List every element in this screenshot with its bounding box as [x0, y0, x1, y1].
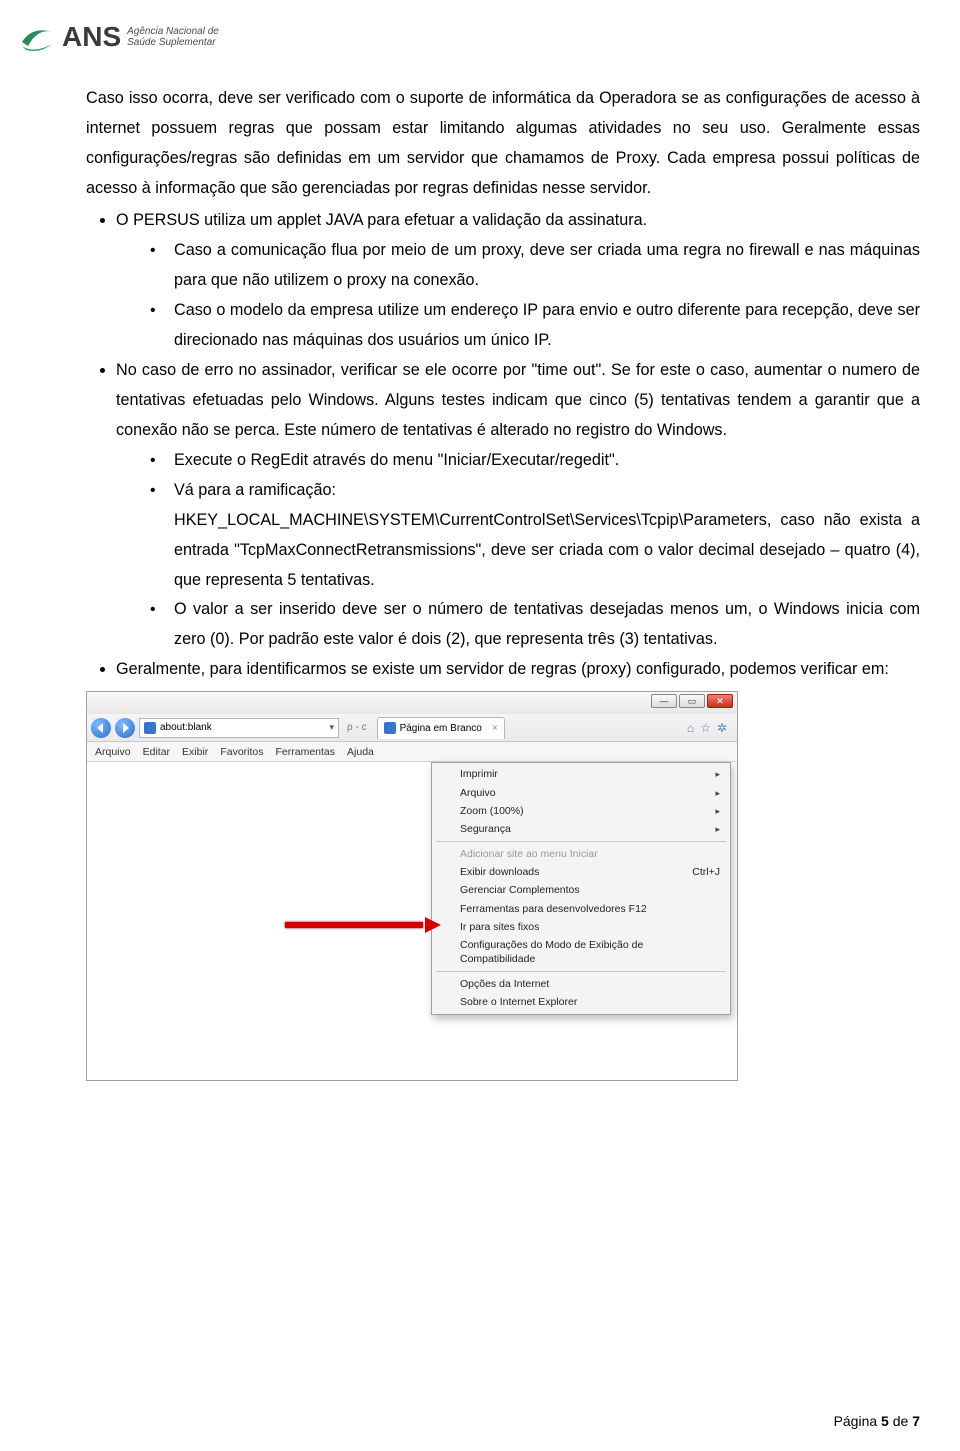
- ie-page-icon: [144, 722, 156, 734]
- cm-add-iniciar: Adicionar site ao menu Iniciar: [434, 845, 728, 863]
- ie-content-area: Imprimir▸ Arquivo▸ Zoom (100%)▸ Seguranç…: [87, 762, 737, 1080]
- menu-ferramentas[interactable]: Ferramentas: [276, 746, 336, 758]
- registry-path: HKEY_LOCAL_MACHINE\SYSTEM\CurrentControl…: [174, 506, 920, 596]
- highlight-arrow-icon: [285, 918, 439, 932]
- document-body: Caso isso ocorra, deve ser verificado co…: [0, 56, 960, 685]
- back-button[interactable]: [91, 718, 111, 738]
- gear-icon[interactable]: ✲: [717, 721, 727, 735]
- cm-sobre[interactable]: Sobre o Internet Explorer: [434, 993, 728, 1011]
- tools-context-menu: Imprimir▸ Arquivo▸ Zoom (100%)▸ Seguranç…: [431, 762, 731, 1014]
- cm-arquivo[interactable]: Arquivo▸: [434, 784, 728, 802]
- cm-opcoes-internet[interactable]: Opções da Internet: [434, 975, 728, 993]
- address-field[interactable]: about:blank ▾: [139, 718, 339, 738]
- menu-editar[interactable]: Editar: [143, 746, 170, 758]
- window-close-button[interactable]: ✕: [707, 694, 733, 708]
- logo-abbr: ANS: [62, 23, 121, 51]
- menu-ajuda[interactable]: Ajuda: [347, 746, 374, 758]
- ans-logo-text: ANS Agência Nacional de Saúde Suplementa…: [62, 23, 219, 51]
- cm-downloads[interactable]: Exibir downloadsCtrl+J: [434, 863, 728, 881]
- forward-button[interactable]: [115, 718, 135, 738]
- cm-seguranca[interactable]: Segurança▸: [434, 820, 728, 838]
- ie-address-bar-row: about:blank ▾ ρ - c Página em Branco × ⌂…: [87, 714, 737, 742]
- ans-logo-icon: [18, 18, 56, 56]
- bullet-persus: O PERSUS utiliza um applet JAVA para efe…: [116, 206, 920, 356]
- menu-arquivo[interactable]: Arquivo: [95, 746, 131, 758]
- cm-sites-fixos[interactable]: Ir para sites fixos: [434, 918, 728, 936]
- menu-favoritos[interactable]: Favoritos: [220, 746, 263, 758]
- tab-favicon-icon: [384, 722, 396, 734]
- home-icon[interactable]: ⌂: [687, 721, 694, 735]
- menu-exibir[interactable]: Exibir: [182, 746, 208, 758]
- cm-zoom[interactable]: Zoom (100%)▸: [434, 802, 728, 820]
- page-total: 7: [912, 1413, 920, 1429]
- browser-tab[interactable]: Página em Branco ×: [377, 717, 505, 739]
- bullet-verify-proxy: Geralmente, para identificarmos se exist…: [116, 655, 920, 685]
- ie-menubar: Arquivo Editar Exibir Favoritos Ferramen…: [87, 742, 737, 762]
- tab-strip: Página em Branco ×: [377, 717, 677, 739]
- menu-separator: [436, 841, 726, 842]
- tab-title: Página em Branco: [400, 723, 482, 734]
- chevron-right-icon: ▸: [715, 768, 720, 780]
- window-maximize-button[interactable]: ▭: [679, 694, 705, 708]
- chevron-right-icon: ▸: [715, 805, 720, 817]
- page-footer: Página 5 de 7: [834, 1413, 920, 1429]
- sub-bullet-regedit: Execute o RegEdit através do menu "Inici…: [146, 446, 920, 476]
- address-dropdown-icon[interactable]: ▾: [329, 722, 334, 733]
- address-url: about:blank: [160, 722, 212, 733]
- cm-compat[interactable]: Configurações do Modo de Exibição de Com…: [434, 936, 728, 968]
- chevron-right-icon: ▸: [715, 787, 720, 799]
- sub-bullet-ip: Caso o modelo da empresa utilize um ende…: [146, 296, 920, 356]
- page-current: 5: [881, 1413, 889, 1429]
- cm-imprimir[interactable]: Imprimir▸: [434, 765, 728, 783]
- menu-separator: [436, 971, 726, 972]
- logo-subtitle: Agência Nacional de Saúde Suplementar: [127, 26, 219, 49]
- cm-devtools[interactable]: Ferramentas para desenvolvedores F12: [434, 900, 728, 918]
- page-header: ANS Agência Nacional de Saúde Suplementa…: [0, 0, 960, 56]
- shortcut-label: Ctrl+J: [692, 865, 720, 879]
- bullet-timeout: No caso de erro no assinador, verificar …: [116, 356, 920, 656]
- ie-titlebar: — ▭ ✕: [87, 692, 737, 714]
- tab-close-icon[interactable]: ×: [492, 723, 498, 734]
- chevron-right-icon: ▸: [715, 823, 720, 835]
- search-hint: ρ - c: [343, 722, 371, 733]
- window-minimize-button[interactable]: —: [651, 694, 677, 708]
- ie-screenshot: — ▭ ✕ about:blank ▾ ρ - c Página em Bran…: [86, 691, 738, 1081]
- sub-bullet-regpath: Vá para a ramificação: HKEY_LOCAL_MACHIN…: [146, 476, 920, 596]
- sub-bullet-proxy: Caso a comunicação flua por meio de um p…: [146, 236, 920, 296]
- cm-complementos[interactable]: Gerenciar Complementos: [434, 881, 728, 899]
- sub-bullet-value: O valor a ser inserido deve ser o número…: [146, 595, 920, 655]
- favorites-icon[interactable]: ☆: [700, 721, 711, 735]
- intro-paragraph: Caso isso ocorra, deve ser verificado co…: [86, 84, 920, 204]
